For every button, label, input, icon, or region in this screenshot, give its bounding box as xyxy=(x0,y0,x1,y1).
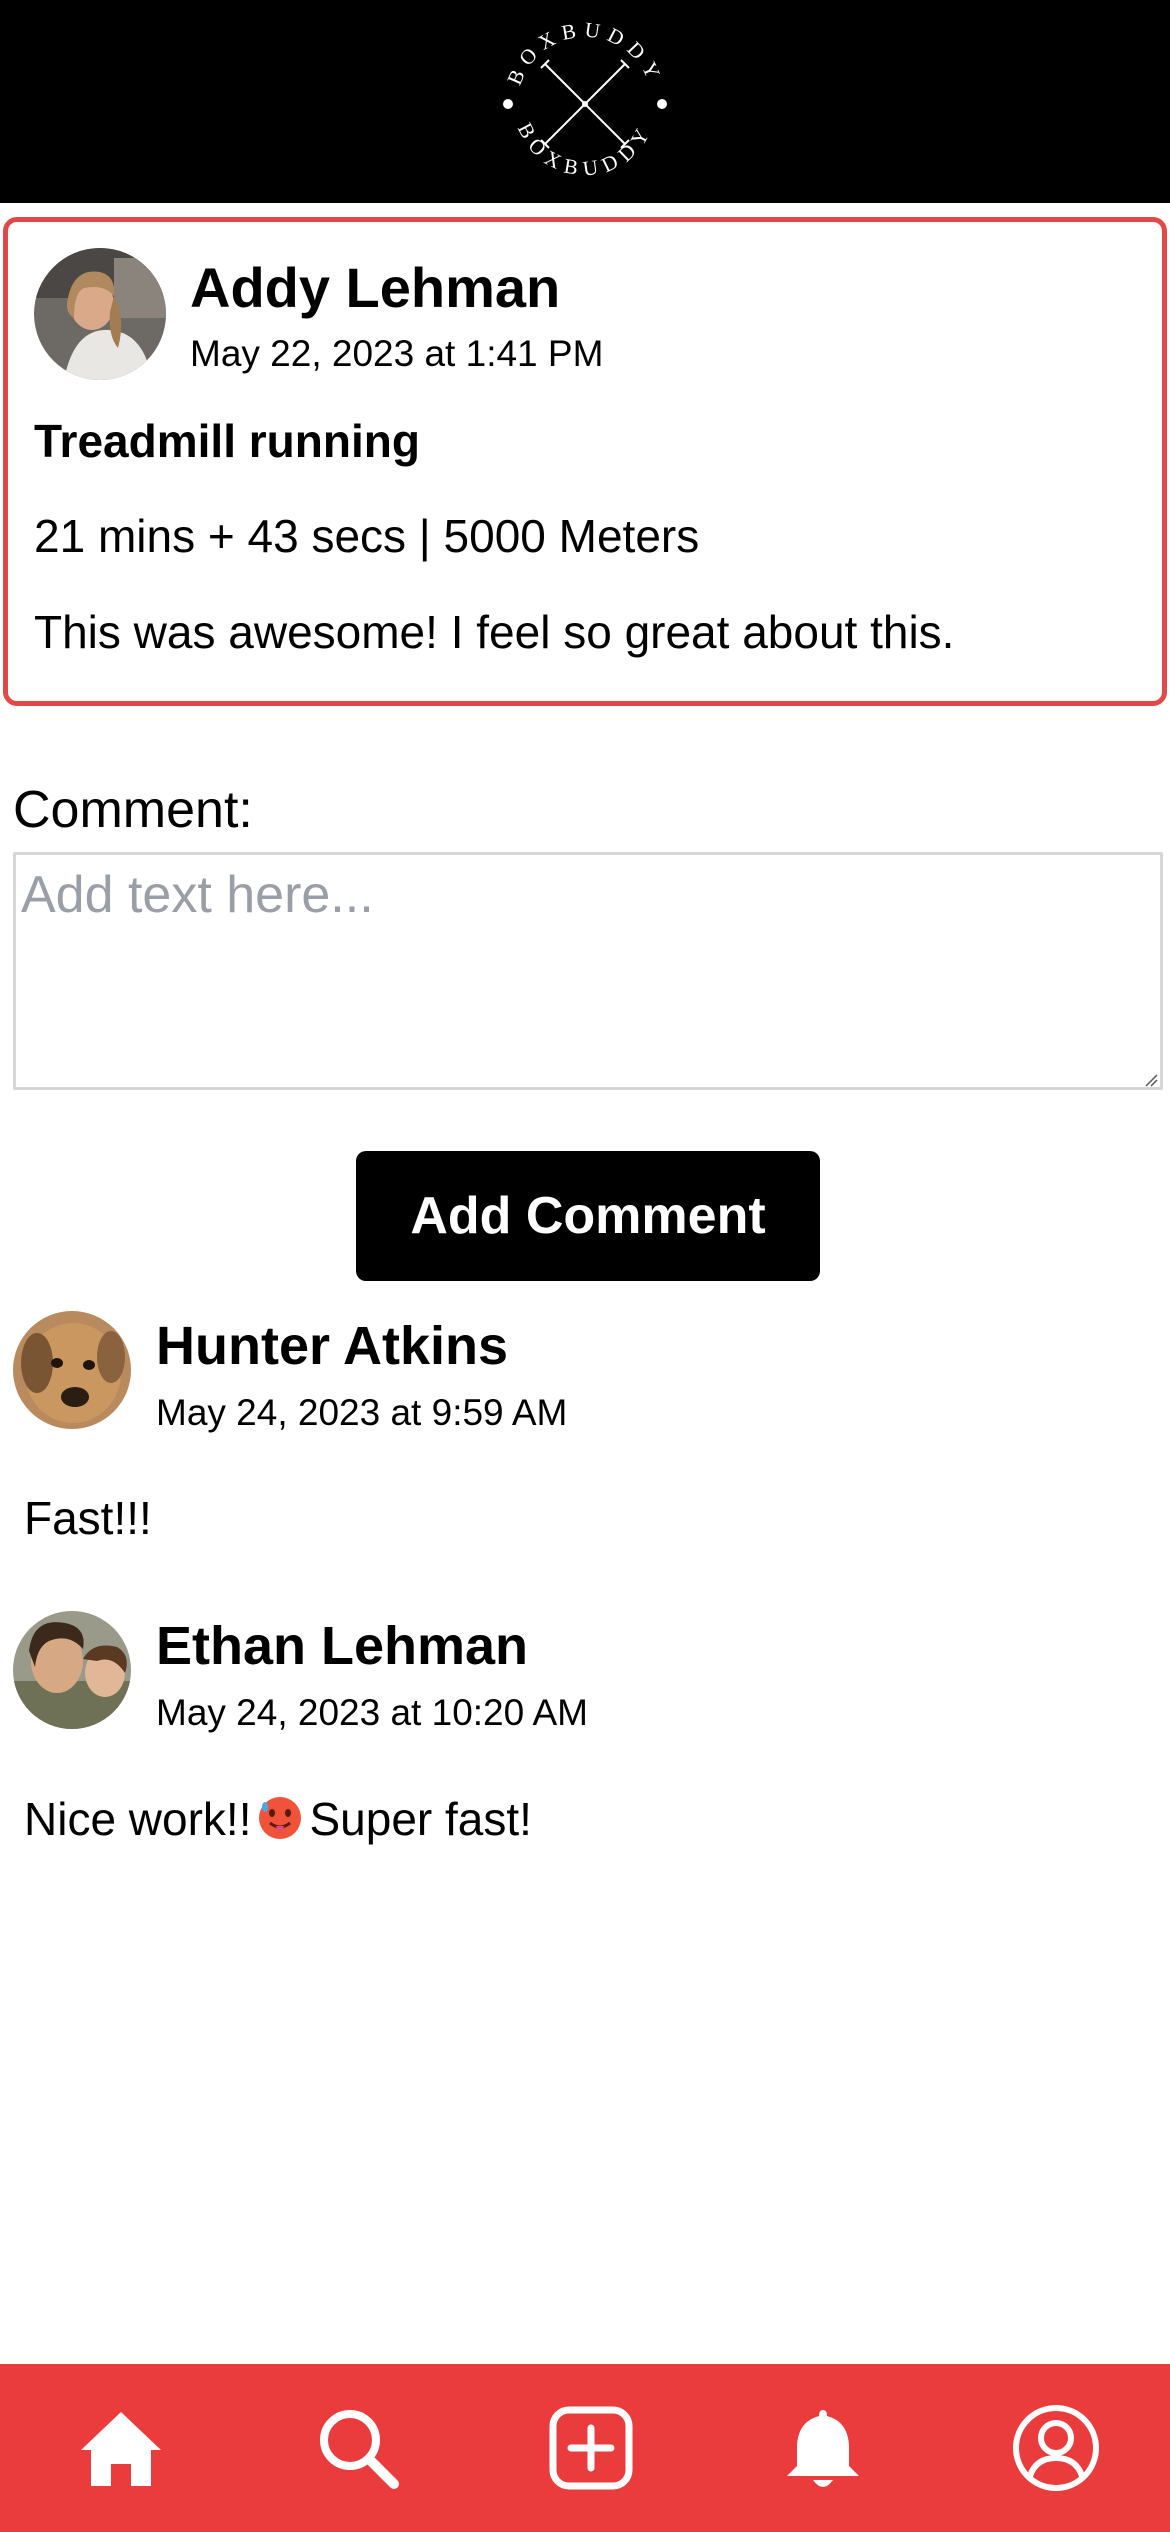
avatar[interactable] xyxy=(13,1611,131,1729)
resize-handle-icon[interactable] xyxy=(1144,1073,1158,1087)
comment-text-part: Nice work!! xyxy=(24,1793,252,1845)
post-timestamp: May 22, 2023 at 1:41 PM xyxy=(190,333,604,374)
boxbuddy-logo[interactable]: BOXBUDDY BOXBUDDY xyxy=(490,12,680,192)
comment-text-part: Super fast! xyxy=(309,1793,532,1845)
comment-text: Fast!!! xyxy=(24,1492,152,1544)
post-author-name[interactable]: Addy Lehman xyxy=(190,260,560,316)
comment-author-name[interactable]: Hunter Atkins xyxy=(156,1319,508,1373)
workout-title: Treadmill running xyxy=(34,415,420,467)
comment-timestamp: May 24, 2023 at 10:20 AM xyxy=(156,1692,588,1733)
workout-stats: 21 mins + 43 secs | 5000 Meters xyxy=(34,510,700,562)
bottom-navigation-bar xyxy=(0,2364,1170,2532)
add-comment-button[interactable]: Add Comment xyxy=(356,1151,820,1281)
avatar[interactable] xyxy=(34,248,166,380)
avatar[interactable] xyxy=(13,1311,131,1429)
comment-label: Comment: xyxy=(13,781,253,839)
svg-text:BOXBUDDY: BOXBUDDY xyxy=(502,17,668,88)
hot-face-icon xyxy=(259,1797,302,1839)
comment-timestamp: May 24, 2023 at 9:59 AM xyxy=(156,1392,568,1433)
profile-icon[interactable] xyxy=(1010,2402,1102,2494)
app-header: BOXBUDDY BOXBUDDY xyxy=(0,0,1170,203)
post-caption: This was awesome! I feel so great about … xyxy=(34,606,955,658)
search-icon[interactable] xyxy=(312,2402,404,2494)
workout-post-card: Addy Lehman May 22, 2023 at 1:41 PM Trea… xyxy=(3,217,1167,706)
home-icon[interactable] xyxy=(75,2402,167,2494)
comment-textarea[interactable] xyxy=(13,852,1163,1090)
add-square-icon[interactable] xyxy=(545,2402,637,2494)
bell-icon[interactable] xyxy=(777,2402,869,2494)
comment-text: Nice work!! Super fast! xyxy=(24,1795,532,1842)
comment-author-name[interactable]: Ethan Lehman xyxy=(156,1619,528,1673)
svg-text:BOXBUDDY: BOXBUDDY xyxy=(513,119,657,181)
